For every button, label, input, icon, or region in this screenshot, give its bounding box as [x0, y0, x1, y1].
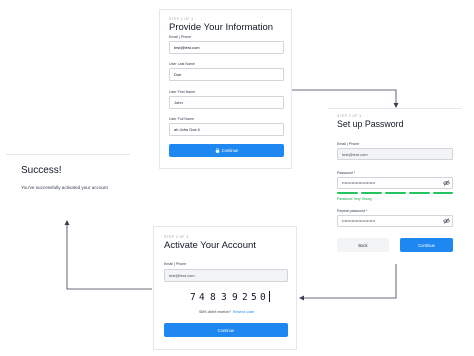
password-value: •••••••••••••••••••••••• [342, 181, 376, 185]
otp-digit[interactable]: 0 [260, 292, 268, 303]
connector-step2-to-step3 [303, 264, 397, 299]
otp-digit[interactable]: 8 [210, 292, 218, 303]
strength-segment [385, 192, 406, 194]
resend-code-link[interactable]: Resend code [233, 310, 254, 314]
resend-row: SMS didn't receive? Resend code [199, 310, 254, 314]
card-title: Activate Your Account [164, 240, 256, 251]
full-name-field[interactable]: ah John Doe ll [169, 123, 284, 136]
email-label: Email | Phone [337, 142, 360, 146]
success-message: You've successfully activated your accou… [21, 185, 108, 190]
otp-digit[interactable]: 9 [232, 292, 240, 303]
success-title: Success! [21, 165, 62, 176]
step-indicator: STEP 3 OF 3 [164, 235, 189, 239]
strength-segment [361, 192, 382, 194]
email-field[interactable]: test@test.com [164, 269, 288, 282]
email-field[interactable]: test@test.com [169, 41, 284, 54]
first-name-field[interactable]: John [169, 96, 284, 109]
otp-digit[interactable]: 3 [221, 292, 229, 303]
full-name-label: User Full Name [169, 117, 194, 121]
back-button[interactable]: Back [337, 238, 389, 252]
first-name-label: User First Name [169, 90, 196, 94]
lock-icon [215, 148, 219, 153]
repeat-password-label: Repeat password * [337, 209, 368, 213]
email-field[interactable]: test@test.com [337, 148, 453, 160]
sms-prompt: SMS didn't receive? [199, 310, 231, 314]
eye-off-icon[interactable] [443, 218, 450, 224]
connector-step3-to-success [66, 224, 152, 290]
password-field[interactable]: •••••••••••••••••••••••• [337, 177, 453, 189]
password-label: Password * [337, 171, 356, 175]
success-divider [6, 154, 130, 155]
continue-button[interactable]: Continue [169, 144, 284, 157]
password-strength-text: Password: Very Strong [337, 197, 372, 201]
eye-off-icon[interactable] [443, 180, 450, 186]
provide-info-card: STEP 1 OF 3 Provide Your Information Ema… [159, 9, 292, 169]
setup-password-card: STEP 2 OF 3 Set up Password Email | Phon… [328, 108, 462, 263]
repeat-password-field[interactable]: •••••••••••••••••••••••• [337, 215, 453, 227]
connector-step1-to-step2 [292, 89, 397, 104]
otp-digit[interactable]: 2 [242, 292, 250, 303]
strength-segment [433, 192, 453, 194]
last-name-label: User Last Name [169, 62, 195, 66]
email-label: Email | Phone [169, 35, 192, 39]
card-title: Set up Password [337, 119, 404, 129]
otp-cursor [269, 291, 270, 302]
last-name-field[interactable]: Doe [169, 68, 284, 81]
step-indicator: STEP 1 OF 3 [169, 17, 194, 21]
card-title: Provide Your Information [169, 22, 274, 33]
email-label: Email | Phone [164, 262, 187, 266]
otp-digit[interactable]: 4 [199, 292, 207, 303]
success-panel: Success! You've successfully activated y… [6, 154, 130, 190]
otp-digit[interactable]: 5 [251, 292, 259, 303]
continue-label: Continue [221, 148, 239, 153]
activate-account-card: STEP 3 OF 3 Activate Your Account Email … [153, 226, 297, 350]
arrowhead-success [64, 220, 70, 225]
step-indicator: STEP 2 OF 3 [337, 114, 362, 118]
arrowhead-step3 [299, 295, 304, 301]
strength-segment [337, 192, 358, 194]
strength-segment [409, 192, 430, 194]
continue-button[interactable]: Continue [164, 323, 288, 337]
repeat-password-value: •••••••••••••••••••••••• [342, 219, 376, 223]
otp-digit[interactable]: 7 [190, 292, 198, 303]
continue-button[interactable]: Continue [400, 238, 453, 252]
